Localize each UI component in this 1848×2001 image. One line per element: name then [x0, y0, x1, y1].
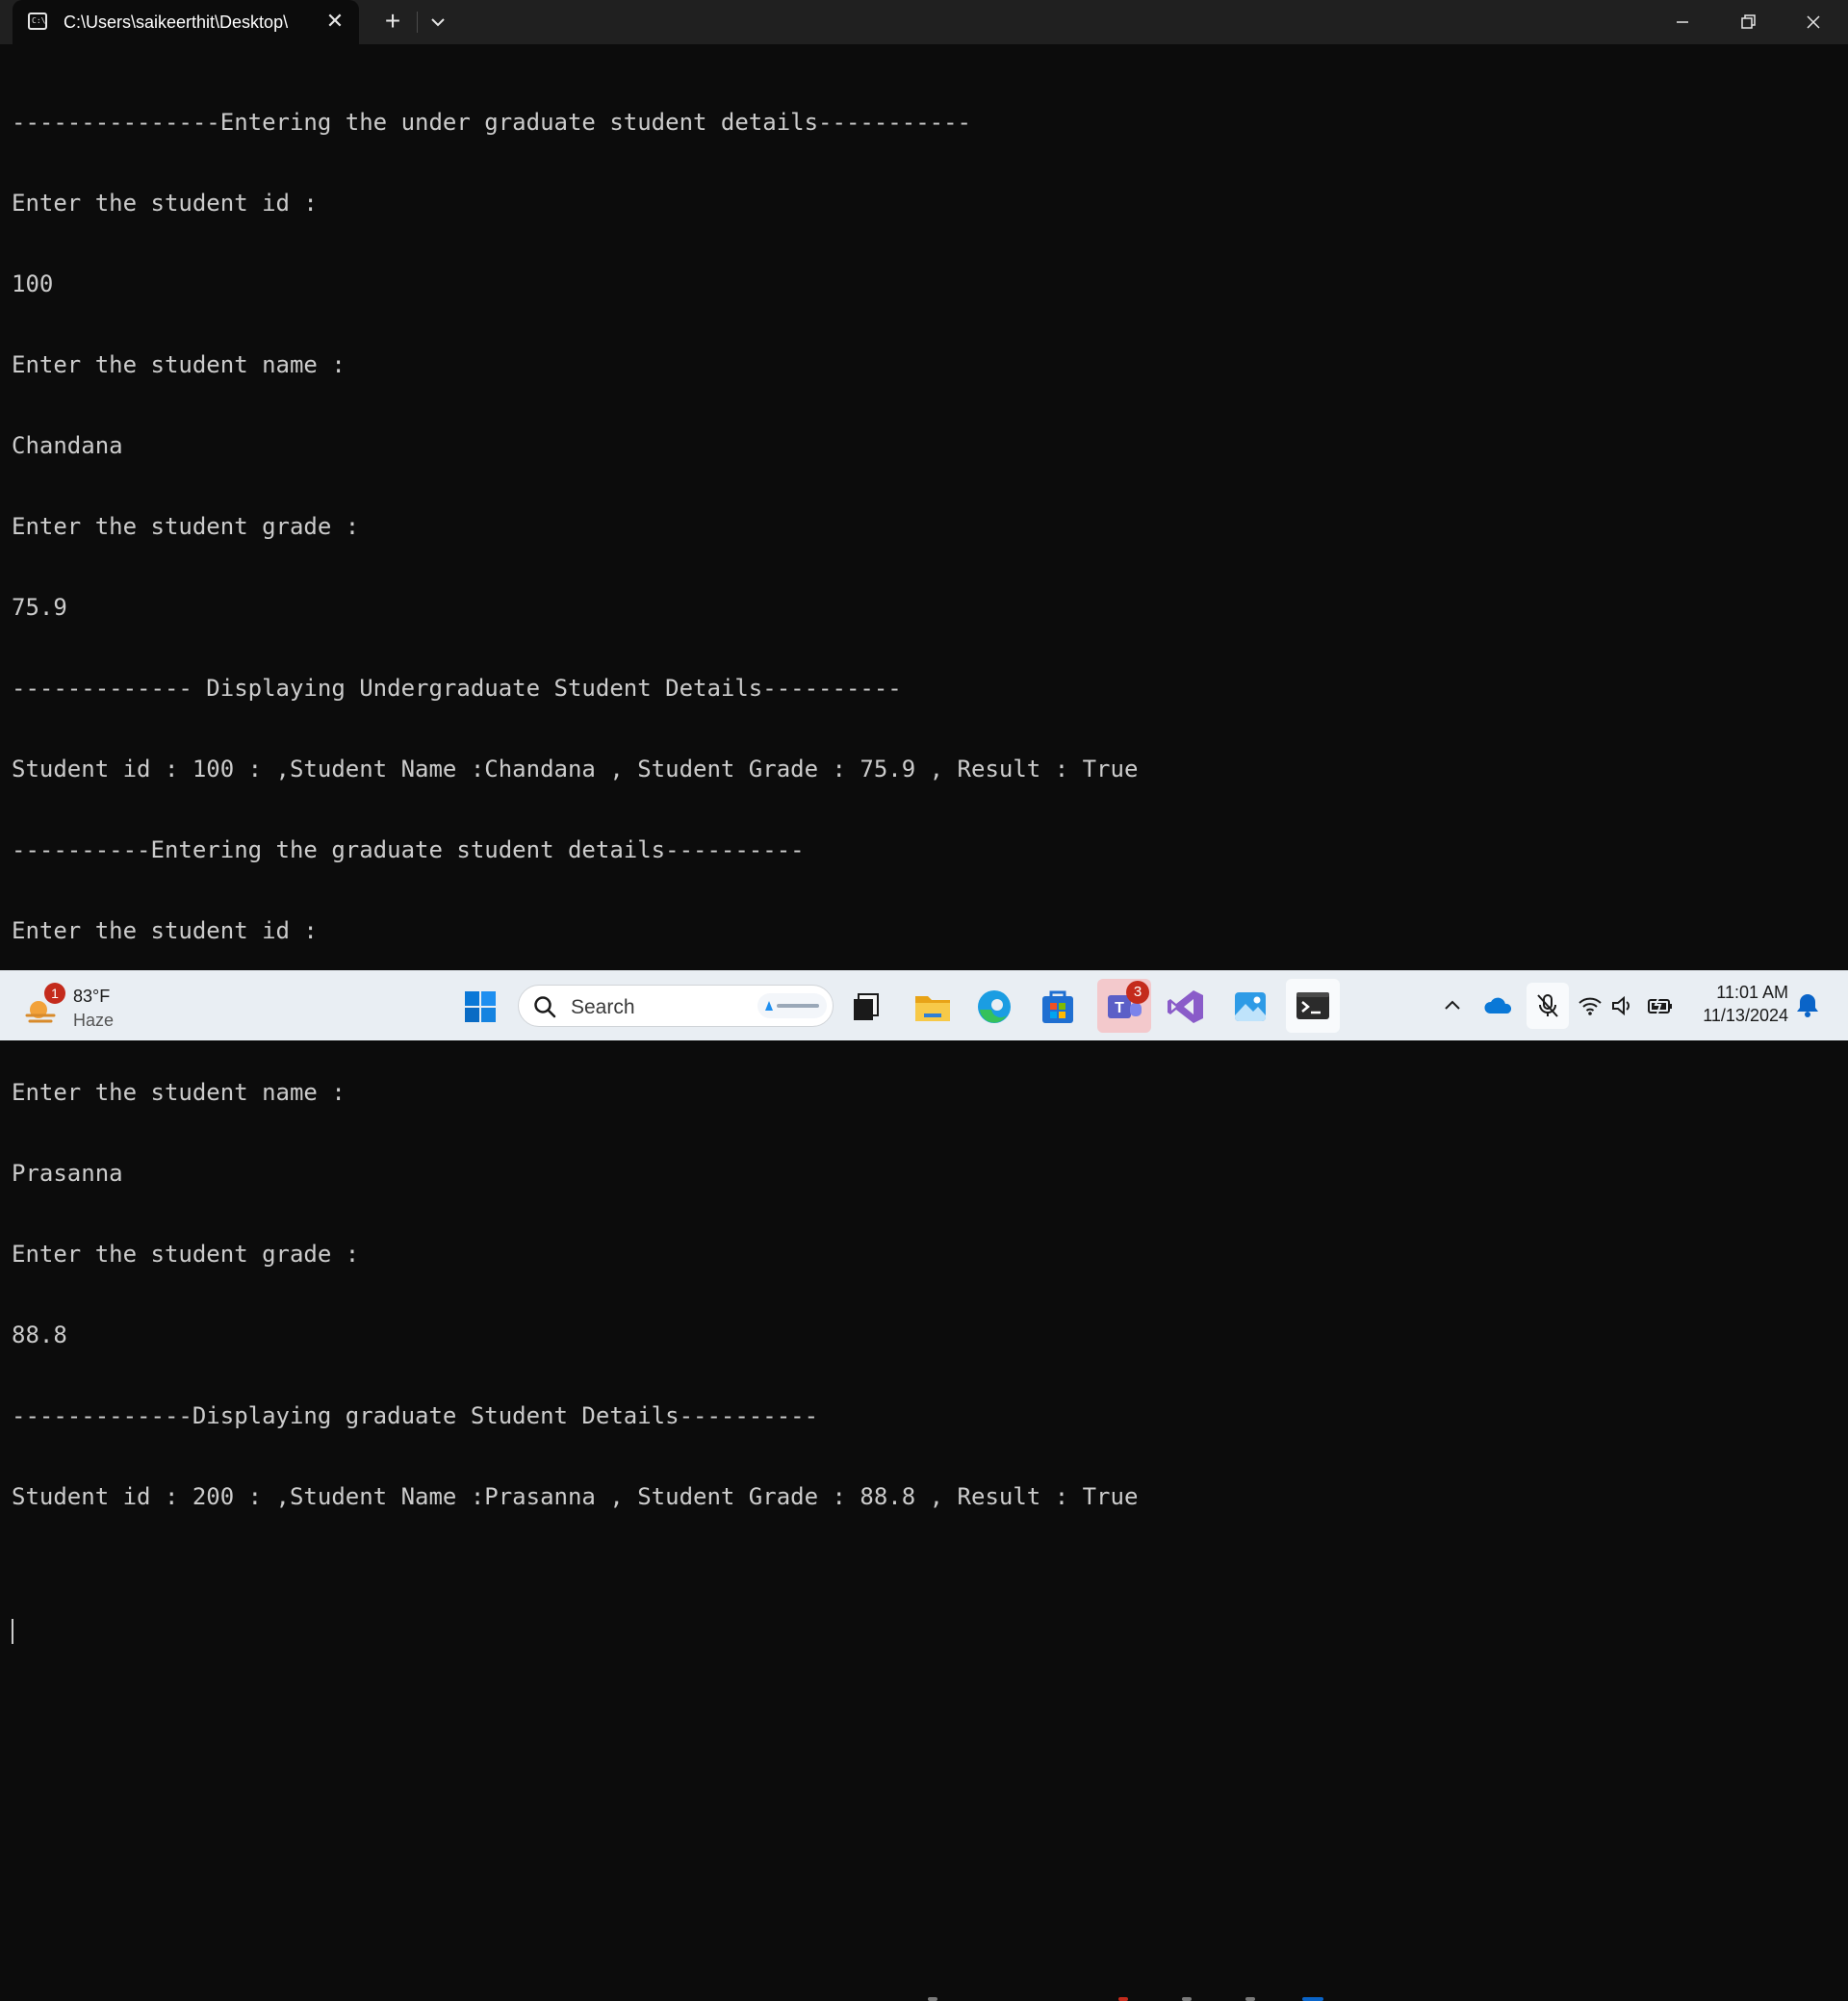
microsoft-store-icon	[1042, 990, 1073, 1023]
search-highlight-image	[757, 993, 827, 1018]
active-app-indicator	[1302, 1997, 1323, 2001]
show-hidden-icons-button[interactable]	[1439, 992, 1466, 1019]
tab-title: C:\Users\saikeerthit\Desktop\	[64, 13, 289, 32]
minimize-icon	[1677, 21, 1688, 23]
search-placeholder: Search	[571, 996, 635, 1018]
terminal-prompt-line	[12, 1564, 1831, 1644]
visual-studio-button[interactable]	[1165, 985, 1209, 1029]
minimize-button[interactable]	[1650, 0, 1715, 44]
teams-notification-badge: 3	[1126, 981, 1149, 1004]
running-indicator	[1118, 1997, 1128, 2001]
terminal-output[interactable]: ---------------Entering the under gradua…	[12, 55, 1831, 1644]
tab-close-icon[interactable]: ✕	[322, 9, 347, 34]
notification-center-button[interactable]	[1794, 990, 1821, 1017]
terminal-line: Student id : 200 : ,Student Name :Prasan…	[12, 1483, 1139, 1510]
terminal-line: Enter the student name :	[12, 351, 346, 378]
notification-bell-icon	[1797, 994, 1818, 1017]
onedrive-icon	[1484, 997, 1512, 1013]
network-button[interactable]	[1577, 992, 1604, 1019]
battery-icon	[1648, 995, 1672, 1014]
running-indicator	[1245, 1997, 1255, 2001]
text-cursor	[12, 1619, 13, 1644]
title-bar: C:\ C:\Users\saikeerthit\Desktop\ ✕ +	[0, 0, 1848, 44]
tab-dropdown-button[interactable]	[424, 8, 452, 37]
clock-time[interactable]: 11:01 AM	[1696, 983, 1788, 1003]
onedrive-button[interactable]	[1484, 992, 1512, 1019]
task-view-button[interactable]	[845, 985, 889, 1029]
svg-text:T: T	[1115, 1000, 1124, 1016]
edge-icon	[978, 990, 1011, 1023]
terminal-icon	[1296, 992, 1329, 1019]
terminal-line: Enter the student id :	[12, 917, 318, 944]
terminal-button[interactable]	[1286, 979, 1340, 1033]
terminal-line: 75.9	[12, 594, 67, 621]
photos-icon	[1235, 992, 1266, 1021]
terminal-line: Enter the student name :	[12, 1079, 346, 1106]
windows-start-icon	[465, 991, 496, 1022]
clock-date[interactable]: 11/13/2024	[1689, 1006, 1788, 1026]
terminal-line: ----------Entering the graduate student …	[12, 836, 805, 863]
search-highlight-icon	[765, 1001, 819, 1011]
chevron-up-icon	[1445, 1000, 1460, 1010]
tab-divider	[417, 12, 418, 33]
terminal-line: Enter the student id :	[12, 190, 318, 217]
start-button[interactable]	[458, 985, 502, 1029]
restore-icon	[1741, 14, 1756, 29]
taskbar: 1 83°F Haze Search T 3 11:01 AM 11/13/20…	[0, 970, 1848, 2001]
edge-button[interactable]	[972, 985, 1016, 1029]
close-icon	[1807, 15, 1820, 29]
close-button[interactable]	[1781, 0, 1846, 44]
taskbar-search[interactable]: Search	[518, 985, 834, 1027]
weather-description: Haze	[73, 1011, 115, 1030]
weather-widget[interactable]: 1 83°F Haze	[21, 983, 127, 1031]
photos-button[interactable]	[1228, 985, 1272, 1029]
file-explorer-icon	[915, 996, 950, 1021]
volume-icon	[1612, 995, 1630, 1016]
running-indicator	[928, 1997, 937, 2001]
running-indicator	[1182, 1997, 1192, 2001]
microsoft-store-button[interactable]	[1036, 985, 1080, 1029]
terminal-line: Enter the student grade :	[12, 1241, 360, 1268]
file-explorer-button[interactable]	[911, 985, 955, 1029]
command-prompt-icon: C:\	[28, 13, 47, 30]
terminal-line: 88.8	[12, 1321, 67, 1348]
mic-muted-icon	[1537, 994, 1558, 1017]
terminal-line: ---------------Entering the under gradua…	[12, 109, 971, 136]
task-view-icon	[854, 993, 879, 1020]
wifi-icon	[1578, 997, 1602, 1015]
teams-button[interactable]: T 3	[1097, 979, 1151, 1033]
battery-button[interactable]	[1646, 992, 1673, 1019]
search-icon	[534, 996, 556, 1018]
visual-studio-icon	[1168, 990, 1203, 1023]
microphone-button[interactable]	[1527, 983, 1569, 1029]
terminal-line: 100	[12, 270, 54, 297]
terminal-line: Student id : 100 : ,Student Name :Chanda…	[12, 756, 1139, 782]
chevron-down-icon	[431, 18, 445, 27]
volume-button[interactable]	[1609, 992, 1636, 1019]
restore-button[interactable]	[1715, 0, 1781, 44]
new-tab-button[interactable]: +	[378, 7, 407, 36]
terminal-line: -------------Displaying graduate Student…	[12, 1402, 819, 1429]
terminal-line: Prasanna	[12, 1160, 123, 1187]
terminal-tab[interactable]: C:\ C:\Users\saikeerthit\Desktop\ ✕	[13, 0, 359, 44]
weather-temperature: 83°F	[73, 987, 111, 1006]
weather-alert-badge: 1	[44, 983, 65, 1004]
terminal-line: ------------- Displaying Undergraduate S…	[12, 675, 902, 702]
terminal-line: Chandana	[12, 432, 123, 459]
terminal-line: Enter the student grade :	[12, 513, 360, 540]
